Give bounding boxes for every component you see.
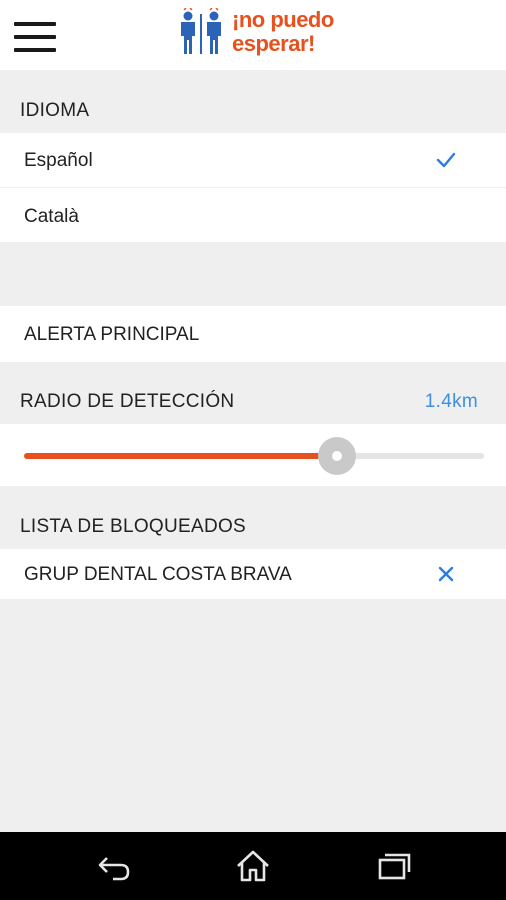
home-icon[interactable] [233,848,273,884]
close-icon[interactable] [438,566,454,582]
language-option-catala[interactable]: Català [0,188,506,242]
language-option-label: Español [24,150,93,171]
system-nav-bar [0,832,506,900]
logo-people-icon [181,8,221,54]
language-option-espanol[interactable]: Español [0,133,506,187]
bloqueados-header: LISTA DE BLOQUEADOS [0,516,506,546]
app-logo: ¡no puedo esperar! [176,8,336,64]
alerta-principal-row[interactable]: ALERTA PRINCIPAL [0,306,506,362]
recents-icon[interactable] [374,848,414,884]
menu-icon[interactable] [14,22,58,54]
app-bar: ¡no puedo esperar! [0,0,506,70]
bloqueados-header-label: LISTA DE BLOQUEADOS [20,516,247,537]
radio-slider-row [0,424,506,486]
radio-header-label: RADIO DE DETECCIÓN [20,391,235,412]
blocked-item: GRUP DENTAL COSTA BRAVA [0,549,506,599]
idioma-header: IDIOMA [0,100,506,130]
idioma-header-label: IDIOMA [20,100,90,121]
radio-header: RADIO DE DETECCIÓN 1.4km [0,391,506,421]
check-icon [436,152,456,168]
language-option-label: Català [24,206,79,227]
logo-line-2: esperar! [232,31,315,56]
radio-value: 1.4km [424,391,478,412]
radio-slider-fill [24,453,337,459]
radio-slider-track[interactable] [24,453,484,459]
logo-line-1: ¡no puedo [232,7,334,32]
blocked-item-label: GRUP DENTAL COSTA BRAVA [24,564,292,585]
radio-slider-thumb[interactable] [317,437,356,475]
logo-text: ¡no puedo esperar! [232,8,334,56]
back-icon[interactable] [95,848,135,884]
alerta-principal-label: ALERTA PRINCIPAL [24,324,200,345]
